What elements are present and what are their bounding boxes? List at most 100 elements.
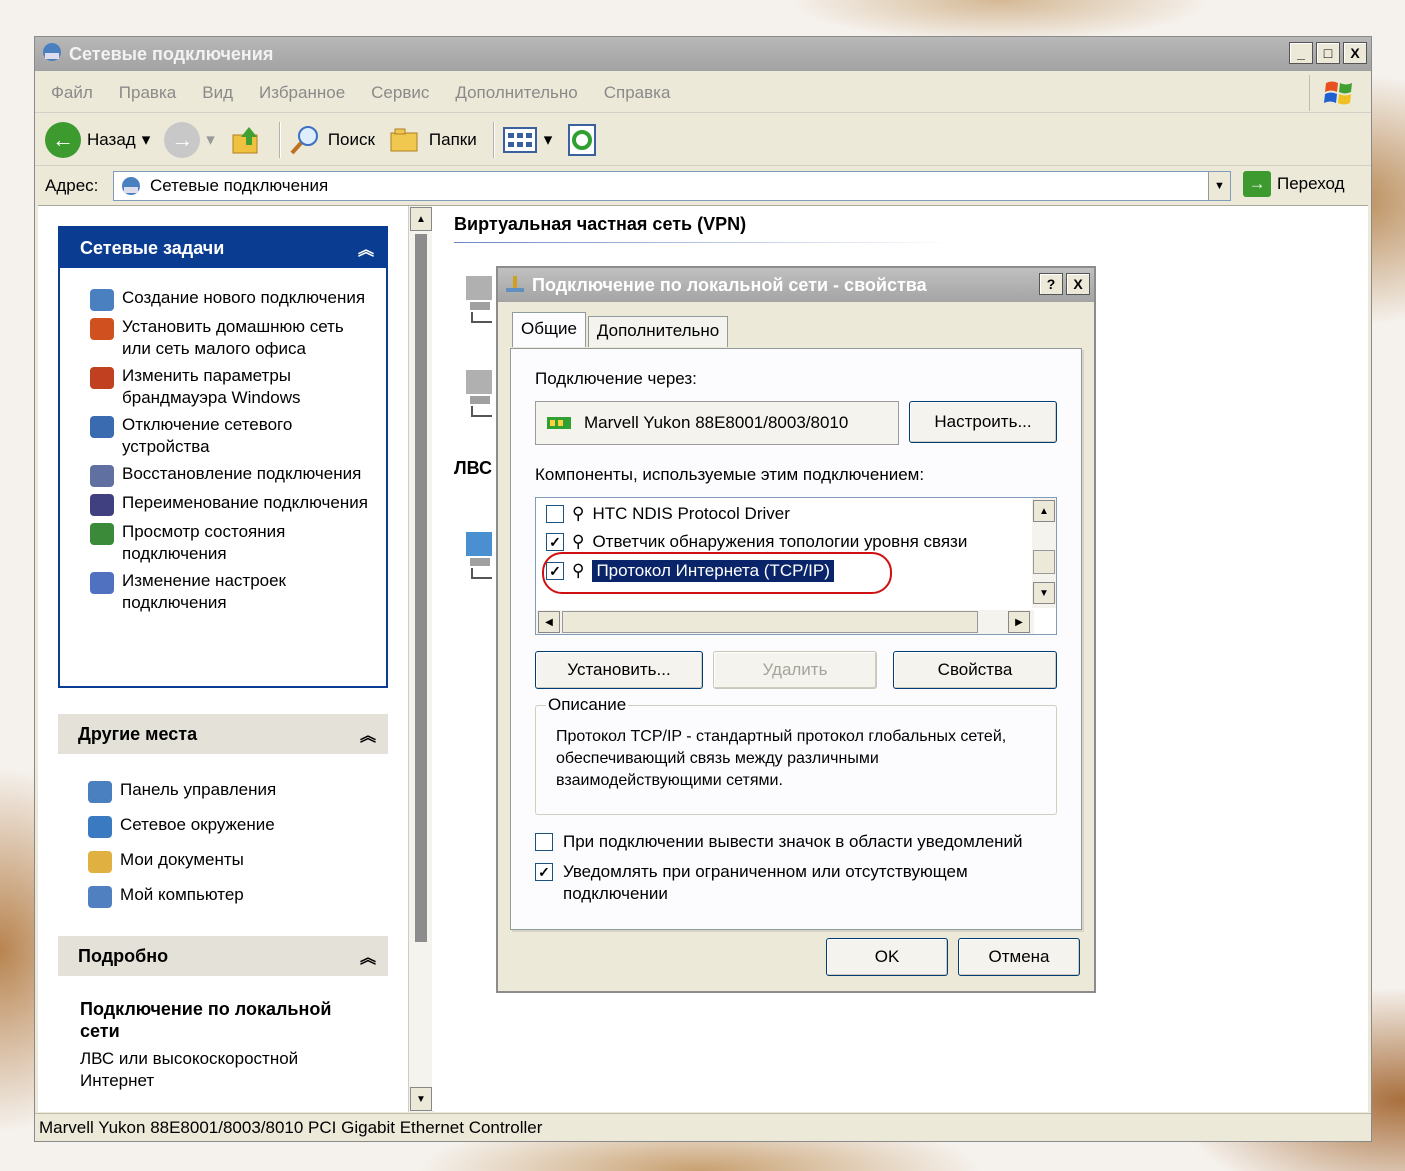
listbox-scroll-thumb[interactable]	[1033, 550, 1055, 574]
status-text: Marvell Yukon 88E8001/8003/8010 PCI Giga…	[39, 1117, 543, 1137]
lan-connection-icon[interactable]	[462, 528, 498, 580]
other-places-header[interactable]: Другие места ︽	[58, 714, 388, 754]
install-button[interactable]: Установить...	[535, 651, 703, 689]
back-button[interactable]: ← Назад ▾	[45, 121, 151, 158]
component-label: Ответчик обнаружения топологии уровня св…	[592, 532, 968, 551]
dialog-title-bar[interactable]: Подключение по локальной сети - свойства…	[498, 268, 1094, 302]
menu-advanced[interactable]: Дополнительно	[455, 83, 577, 103]
address-label: Адрес:	[45, 176, 99, 195]
listbox-scroll-left-button[interactable]: ◀	[538, 611, 560, 633]
forward-dropdown-icon[interactable]: ▾	[206, 130, 215, 150]
scroll-down-button[interactable]: ▼	[410, 1087, 432, 1111]
menu-favorites[interactable]: Избранное	[259, 83, 345, 103]
vpn-connection-icon[interactable]	[462, 272, 498, 324]
scroll-thumb[interactable]	[415, 234, 427, 942]
vpn-connection-icon[interactable]	[462, 366, 498, 418]
protocol-icon: ⚲	[572, 504, 585, 523]
task-link-label: Установить домашнюю сеть или сеть малого…	[122, 317, 344, 358]
ok-button[interactable]: OK	[826, 938, 948, 976]
listbox-scroll-down-button[interactable]: ▼	[1033, 582, 1055, 604]
network-tasks-title: Сетевые задачи	[80, 237, 225, 258]
views-button[interactable]: ▾	[502, 125, 553, 155]
close-button[interactable]: X	[1343, 42, 1367, 64]
components-listbox[interactable]: ⚲ HTC NDIS Protocol Driver ✓ ⚲ Ответчик …	[535, 497, 1057, 635]
tab-advanced[interactable]: Дополнительно	[587, 316, 729, 347]
task-link[interactable]: Панель управления	[58, 779, 388, 803]
other-places-title: Другие места	[78, 723, 198, 744]
details-title: Подробно	[78, 945, 169, 966]
forward-button[interactable]: → ▾	[164, 121, 215, 158]
collapse-chevron-icon[interactable]: ︽	[360, 944, 376, 968]
up-folder-button[interactable]	[229, 123, 263, 157]
notify-checkbox[interactable]: ✓	[535, 863, 553, 881]
help-button[interactable]: ?	[1039, 273, 1063, 295]
task-link[interactable]: Отключение сетевого устройства	[60, 414, 386, 458]
menu-tools[interactable]: Сервис	[371, 83, 429, 103]
task-link[interactable]: Изменение настроек подключения	[60, 570, 386, 614]
listbox-scroll-right-button[interactable]: ▶	[1008, 611, 1030, 633]
task-pane-scrollbar[interactable]: ▲ ▼	[408, 206, 432, 1112]
task-link[interactable]: Создание нового подключения	[60, 287, 386, 311]
task-link[interactable]: Восстановление подключения	[60, 463, 386, 487]
views-dropdown-icon[interactable]: ▾	[544, 130, 553, 150]
sync-button[interactable]	[566, 123, 598, 157]
notify-option[interactable]: ✓ Уведомлять при ограниченном или отсутс…	[535, 861, 1035, 905]
task-link-label: Сетевое окружение	[120, 815, 275, 834]
menu-help[interactable]: Справка	[604, 83, 671, 103]
task-link[interactable]: Сетевое окружение	[58, 814, 388, 838]
component-item-lltd[interactable]: ✓ ⚲ Ответчик обнаружения топологии уровн…	[546, 532, 967, 552]
minimize-button[interactable]: _	[1289, 42, 1313, 64]
collapse-chevron-icon[interactable]: ︽	[360, 722, 376, 746]
tab-general[interactable]: Общие	[512, 312, 586, 347]
menu-view[interactable]: Вид	[202, 83, 233, 103]
dialog-close-button[interactable]: X	[1066, 273, 1090, 295]
task-link-label: Мои документы	[120, 850, 244, 869]
show-icon-checkbox[interactable]	[535, 833, 553, 851]
listbox-vertical-scrollbar[interactable]: ▲ ▼	[1032, 498, 1056, 608]
properties-button[interactable]: Свойства	[893, 651, 1057, 689]
dialog-title: Подключение по локальной сети - свойства	[532, 274, 927, 295]
title-bar[interactable]: Сетевые подключения _ □ X	[35, 37, 1371, 71]
task-link-label: Изменение настроек подключения	[122, 571, 286, 612]
windows-logo-icon	[1309, 75, 1367, 111]
component-label: HTC NDIS Protocol Driver	[592, 504, 790, 523]
component-checkbox[interactable]: ✓	[546, 533, 564, 551]
listbox-scroll-up-button[interactable]: ▲	[1033, 500, 1055, 522]
address-field[interactable]: Сетевые подключения ▼	[113, 171, 1231, 201]
address-dropdown-button[interactable]: ▼	[1208, 172, 1230, 200]
task-link-label: Переименование подключения	[122, 493, 368, 512]
settings-icon	[90, 572, 114, 594]
component-checkbox[interactable]	[546, 505, 564, 523]
sync-icon	[568, 123, 597, 156]
configure-button[interactable]: Настроить...	[909, 401, 1057, 443]
task-link[interactable]: Переименование подключения	[60, 492, 386, 516]
back-dropdown-icon[interactable]: ▾	[142, 130, 151, 150]
collapse-chevron-icon[interactable]: ︽	[358, 236, 374, 260]
maximize-button[interactable]: □	[1316, 42, 1340, 64]
task-link[interactable]: Мои документы	[58, 849, 388, 873]
cancel-button[interactable]: Отмена	[958, 938, 1080, 976]
other-places-panel: Другие места ︽ Панель управления Сетевое …	[58, 714, 388, 910]
vpn-group-title: Виртуальная частная сеть (VPN)	[454, 214, 747, 234]
listbox-horizontal-scrollbar[interactable]: ◀ ▶	[536, 610, 1034, 634]
search-button[interactable]: Поиск	[288, 123, 375, 157]
go-button[interactable]: → Переход	[1243, 171, 1345, 197]
listbox-hscroll-thumb[interactable]	[562, 611, 978, 633]
task-link[interactable]: Мой компьютер	[58, 884, 388, 908]
details-header[interactable]: Подробно ︽	[58, 936, 388, 976]
task-link[interactable]: Установить домашнюю сеть или сеть малого…	[60, 316, 386, 360]
menu-edit[interactable]: Правка	[119, 83, 176, 103]
scroll-up-button[interactable]: ▲	[410, 207, 432, 231]
component-item-htc[interactable]: ⚲ HTC NDIS Protocol Driver	[546, 504, 790, 524]
folders-label: Папки	[428, 129, 477, 149]
folders-button[interactable]: Папки	[389, 125, 477, 155]
task-link[interactable]: Просмотр состояния подключения	[60, 521, 386, 565]
show-icon-option[interactable]: При подключении вывести значок в области…	[535, 831, 1023, 853]
show-icon-label: При подключении вывести значок в области…	[563, 832, 1023, 851]
task-link[interactable]: Изменить параметры брандмауэра Windows	[60, 365, 386, 409]
menu-file[interactable]: Файл	[51, 83, 93, 103]
network-tasks-header[interactable]: Сетевые задачи ︽	[60, 228, 386, 268]
lan-connection-icon	[506, 276, 524, 292]
toolbar: ← Назад ▾ → ▾ Поиск Папки ▾	[35, 114, 1371, 166]
notify-label: Уведомлять при ограниченном или отсутств…	[563, 862, 968, 903]
